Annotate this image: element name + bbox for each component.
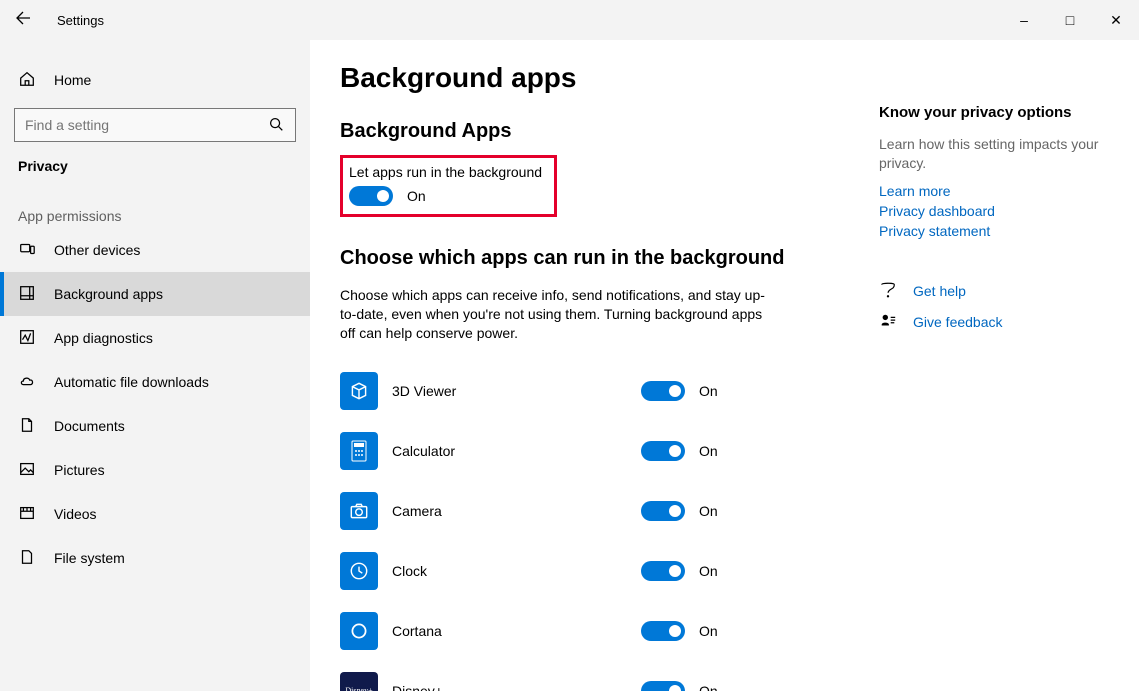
master-toggle-label: Let apps run in the background <box>349 164 542 180</box>
devices-icon <box>18 240 36 261</box>
window-close-button[interactable]: ✕ <box>1093 0 1139 40</box>
app-row-cortana: Cortana On <box>340 601 839 661</box>
app-name: Disney+ <box>392 683 618 691</box>
app-toggle[interactable] <box>641 501 685 521</box>
app-toggle[interactable] <box>641 381 685 401</box>
app-name: Camera <box>392 503 618 519</box>
nav-home-label: Home <box>54 72 91 88</box>
app-toggle-state: On <box>699 563 739 579</box>
app-toggle[interactable] <box>641 561 685 581</box>
search-input-container[interactable] <box>14 108 296 142</box>
help-icon <box>879 281 897 302</box>
app-toggle-state: On <box>699 683 739 691</box>
sidebar-item-label: Documents <box>54 418 125 434</box>
page-title: Background apps <box>340 62 839 94</box>
sidebar-category: Privacy <box>0 144 310 180</box>
sidebar-item-label: Pictures <box>54 462 105 478</box>
app-icon-camera <box>340 492 378 530</box>
app-icon-clock <box>340 552 378 590</box>
sidebar-item-automatic-file-downloads[interactable]: Automatic file downloads <box>0 360 310 404</box>
app-toggle-state: On <box>699 443 739 459</box>
videos-icon <box>18 504 36 525</box>
link-privacy-dashboard[interactable]: Privacy dashboard <box>879 203 1123 219</box>
choose-description: Choose which apps can receive info, send… <box>340 286 780 343</box>
get-help-row[interactable]: Get help <box>879 281 1123 302</box>
cloud-download-icon <box>18 372 36 393</box>
search-input[interactable] <box>25 117 259 133</box>
sidebar-item-label: Other devices <box>54 242 140 258</box>
link-give-feedback[interactable]: Give feedback <box>913 314 1003 330</box>
main-content: Background apps Background Apps Let apps… <box>310 40 879 691</box>
app-name: Clock <box>392 563 618 579</box>
home-icon <box>18 70 36 91</box>
back-button[interactable] <box>0 10 45 30</box>
sidebar-item-label: App diagnostics <box>54 330 153 346</box>
master-heading: Background Apps <box>340 120 839 143</box>
app-name: Calculator <box>392 443 618 459</box>
nav-home[interactable]: Home <box>0 58 310 102</box>
search-icon <box>267 115 285 136</box>
master-toggle-highlight: Let apps run in the background On <box>340 155 557 217</box>
file-icon <box>18 548 36 569</box>
app-toggle[interactable] <box>641 441 685 461</box>
give-feedback-row[interactable]: Give feedback <box>879 312 1123 333</box>
app-row-camera: Camera On <box>340 481 839 541</box>
sidebar-item-videos[interactable]: Videos <box>0 492 310 536</box>
link-privacy-statement[interactable]: Privacy statement <box>879 223 1123 239</box>
app-icon-calculator <box>340 432 378 470</box>
sidebar-item-label: Videos <box>54 506 97 522</box>
app-icon-disney-plus: Disney+ <box>340 672 378 691</box>
sidebar-item-app-diagnostics[interactable]: App diagnostics <box>0 316 310 360</box>
sidebar-item-background-apps[interactable]: Background apps <box>0 272 310 316</box>
link-get-help[interactable]: Get help <box>913 283 966 299</box>
app-toggle[interactable] <box>641 621 685 641</box>
right-pane: Know your privacy options Learn how this… <box>879 40 1139 691</box>
titlebar: Settings – □ ✕ <box>0 0 1139 40</box>
app-row-clock: Clock On <box>340 541 839 601</box>
app-icon-3d-viewer <box>340 372 378 410</box>
app-toggle-state: On <box>699 623 739 639</box>
sidebar-item-documents[interactable]: Documents <box>0 404 310 448</box>
document-icon <box>18 416 36 437</box>
app-row-disney-plus: Disney+ Disney+ On <box>340 661 839 691</box>
link-learn-more[interactable]: Learn more <box>879 183 1123 199</box>
sidebar-section-header: App permissions <box>0 180 310 228</box>
app-row-3d-viewer: 3D Viewer On <box>340 361 839 421</box>
privacy-options-header: Know your privacy options <box>879 104 1123 121</box>
choose-heading: Choose which apps can run in the backgro… <box>340 247 839 270</box>
sidebar-item-other-devices[interactable]: Other devices <box>0 228 310 272</box>
app-toggle[interactable] <box>641 681 685 691</box>
master-toggle[interactable] <box>349 186 393 206</box>
privacy-options-blurb: Learn how this setting impacts your priv… <box>879 135 1123 173</box>
master-toggle-state: On <box>407 188 426 204</box>
app-toggle-state: On <box>699 383 739 399</box>
sidebar-item-label: Automatic file downloads <box>54 374 209 390</box>
app-icon-cortana <box>340 612 378 650</box>
app-name: 3D Viewer <box>392 383 618 399</box>
sidebar-item-pictures[interactable]: Pictures <box>0 448 310 492</box>
background-apps-icon <box>18 284 36 305</box>
pictures-icon <box>18 460 36 481</box>
app-toggle-state: On <box>699 503 739 519</box>
window-minimize-button[interactable]: – <box>1001 0 1047 40</box>
app-list: 3D Viewer On Calculator On <box>340 361 839 691</box>
sidebar-item-label: File system <box>54 550 125 566</box>
sidebar-item-label: Background apps <box>54 286 163 302</box>
app-row-calculator: Calculator On <box>340 421 839 481</box>
window-title: Settings <box>45 13 104 28</box>
window-maximize-button[interactable]: □ <box>1047 0 1093 40</box>
feedback-icon <box>879 312 897 333</box>
diagnostics-icon <box>18 328 36 349</box>
app-name: Cortana <box>392 623 618 639</box>
sidebar-item-file-system[interactable]: File system <box>0 536 310 580</box>
sidebar: Home Privacy App permissions Other devic… <box>0 40 310 691</box>
